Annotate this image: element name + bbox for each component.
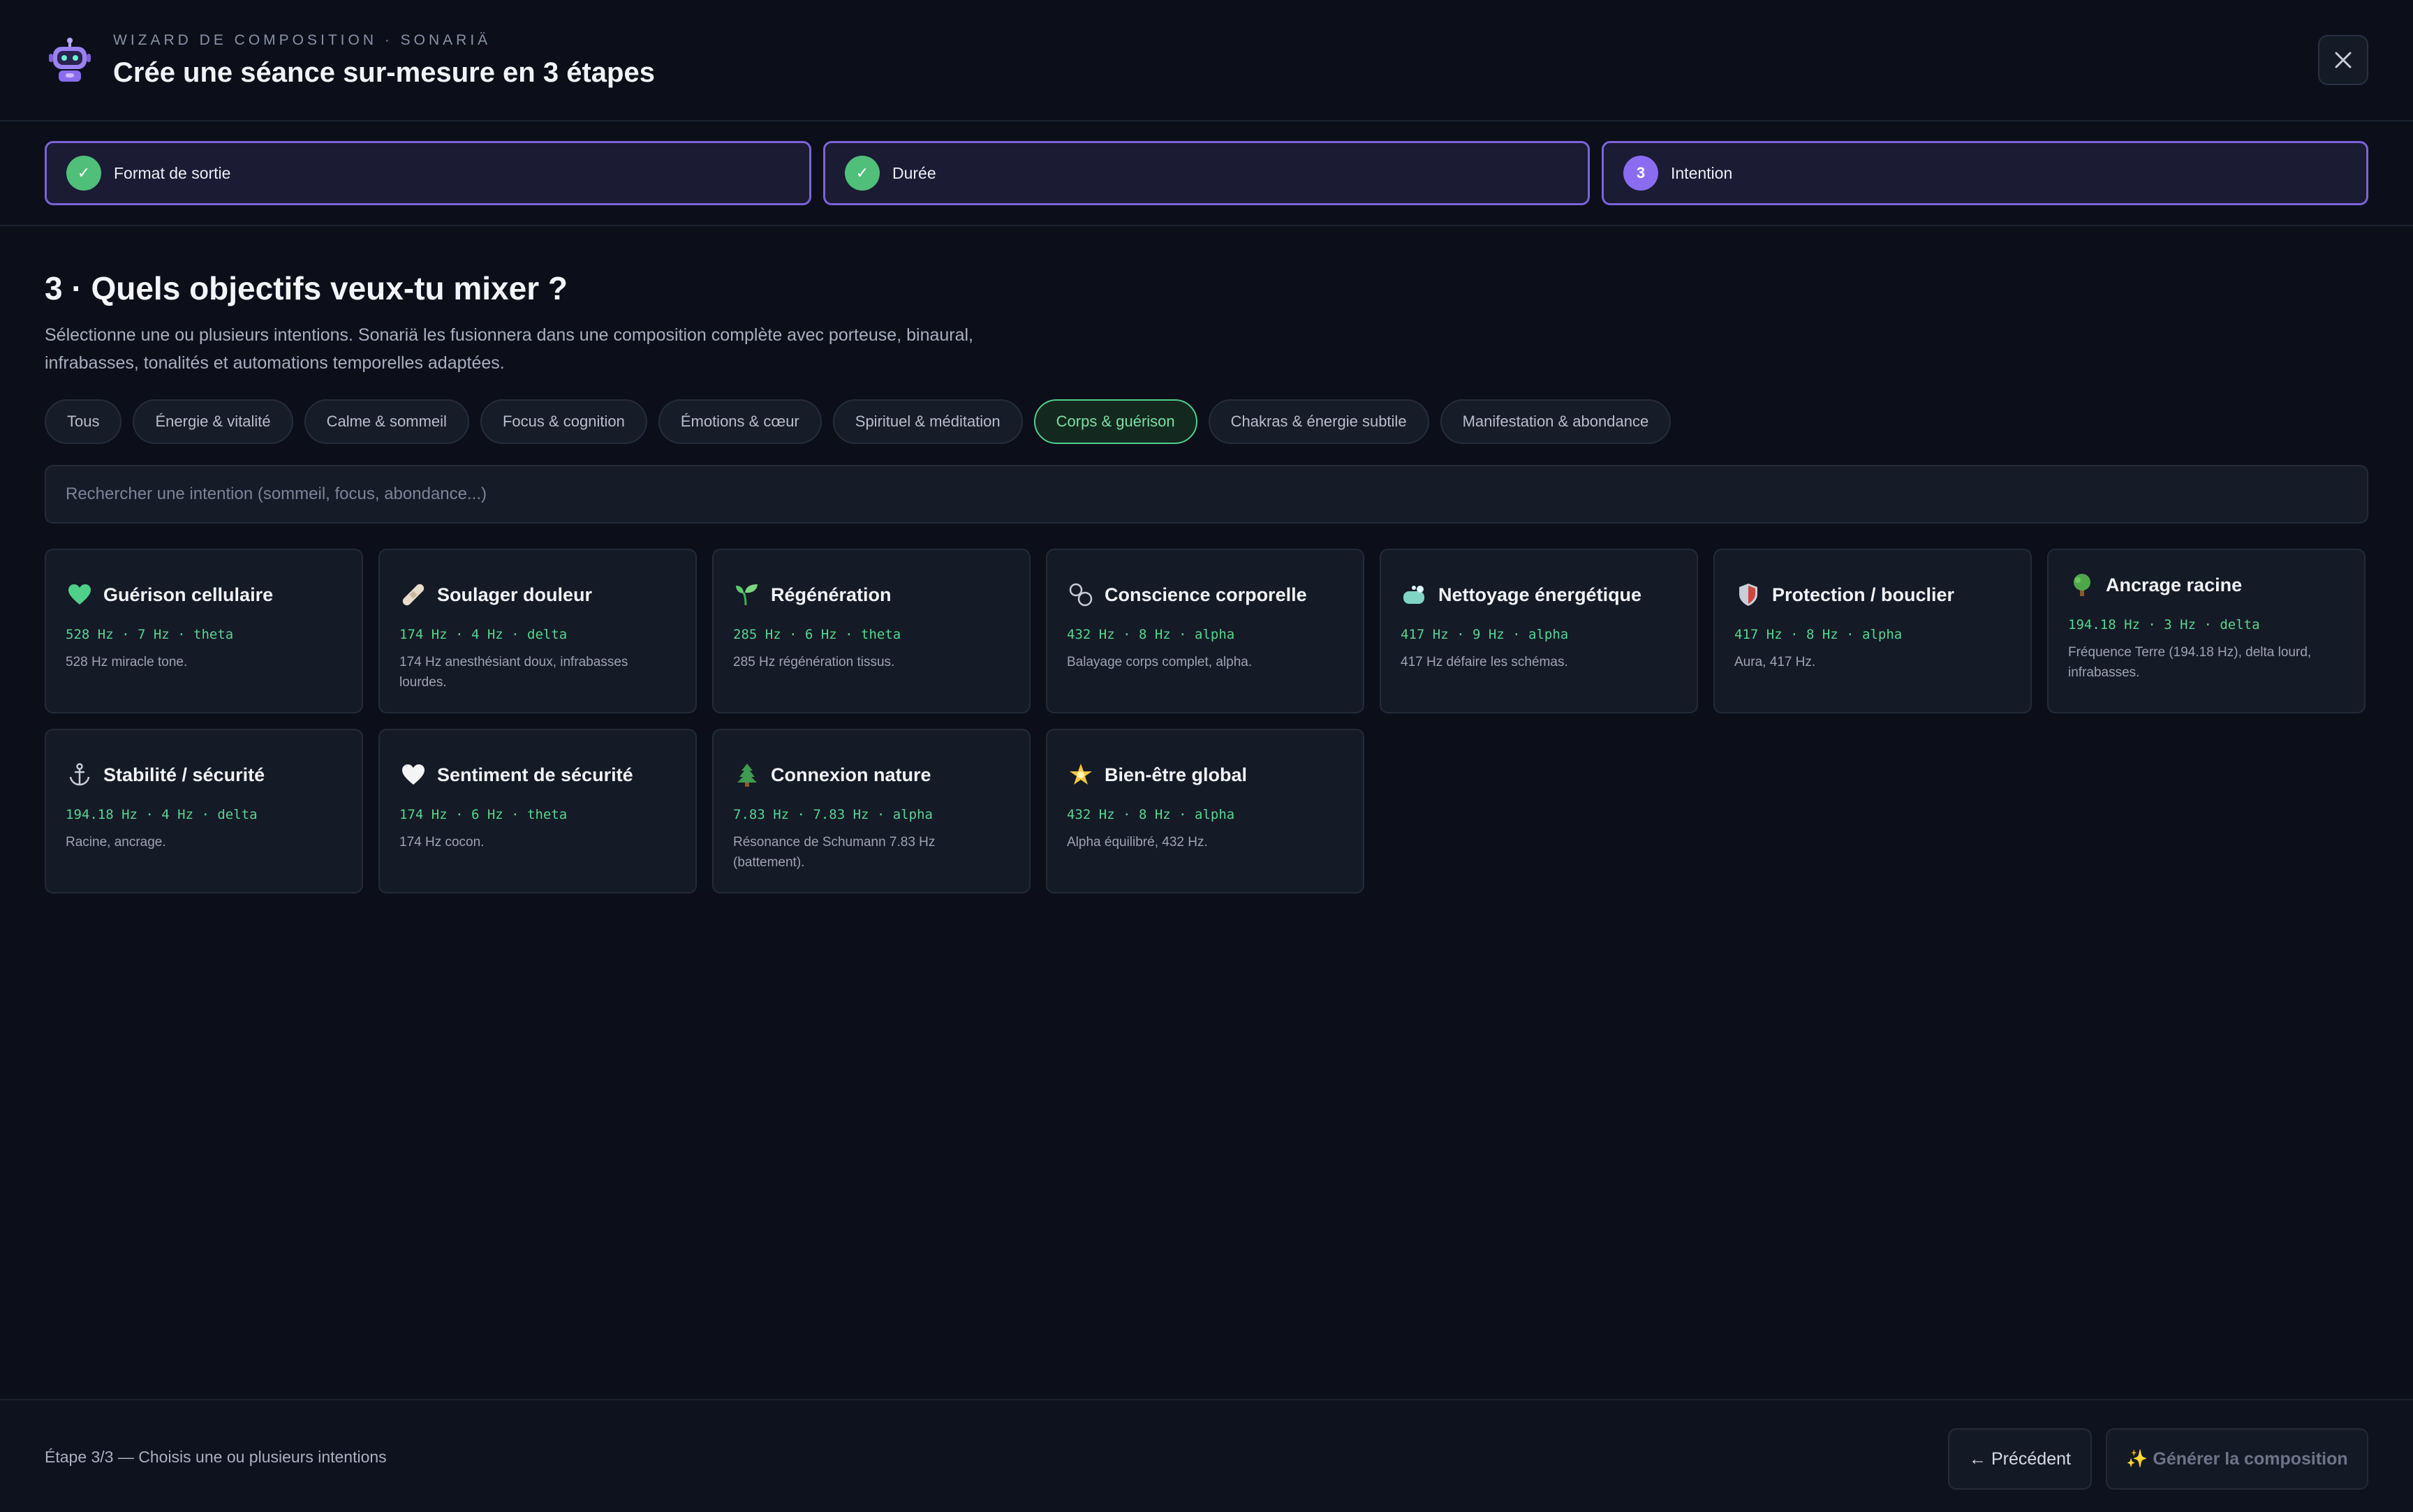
wizard-header: WIZARD DE COMPOSITION · SONARIÄ Crée une… [0, 0, 2413, 121]
intention-description: Racine, ancrage. [66, 835, 166, 850]
chip-corps-guerison[interactable]: Corps & guérison [1033, 399, 1197, 444]
intention-title: Soulager douleur [437, 584, 593, 605]
intention-description: 417 Hz défaire les schémas. [1401, 655, 1568, 669]
intention-frequency: 174 Hz · 4 Hz · delta [399, 627, 568, 642]
tree-icon [2068, 571, 2096, 599]
category-filter: Tous Énergie & vitalité Calme & sommeil … [45, 399, 1672, 444]
intention-description: Résonance de Schumann 7.83 Hz (battement… [733, 835, 936, 870]
intention-card[interactable]: Conscience corporelle 432 Hz · 8 Hz · al… [1046, 549, 1364, 713]
intention-title: Nettoyage énergétique [1438, 584, 1642, 605]
previous-button[interactable]: ← Précédent [1948, 1428, 2092, 1490]
intention-frequency: 528 Hz · 7 Hz · theta [66, 627, 234, 642]
anchor-icon [66, 761, 94, 789]
green-heart-icon [66, 581, 94, 609]
seedling-icon [733, 581, 761, 609]
step-number: 3 [1623, 156, 1658, 191]
chip-focus[interactable]: Focus & cognition [480, 399, 647, 444]
intention-frequency: 432 Hz · 8 Hz · alpha [1067, 807, 1235, 822]
chip-energie[interactable]: Énergie & vitalité [133, 399, 293, 444]
wizard-page: WIZARD DE COMPOSITION · SONARIÄ Crée une… [0, 0, 2413, 1512]
generate-button[interactable]: ✨ Générer la composition [2106, 1428, 2368, 1490]
search-input[interactable] [66, 484, 2367, 504]
soap-icon [1401, 581, 1429, 609]
intention-frequency: 174 Hz · 6 Hz · theta [399, 807, 568, 822]
step-duree[interactable]: ✓ Durée [823, 141, 1590, 205]
intention-frequency: 7.83 Hz · 7.83 Hz · alpha [733, 807, 933, 822]
wizard-title: Crée une séance sur-mesure en 3 étapes [113, 57, 655, 88]
intention-card[interactable]: Ancrage racine 194.18 Hz · 3 Hz · delta … [2047, 549, 2366, 713]
intention-card[interactable]: Stabilité / sécurité 194.18 Hz · 4 Hz · … [45, 729, 363, 894]
intention-title: Régénération [771, 584, 892, 605]
step-intention[interactable]: 3 Intention [1602, 141, 2368, 205]
close-button[interactable] [2318, 35, 2368, 85]
bandage-icon [399, 581, 427, 609]
step-status: Étape 3/3 — Choisis une ou plusieurs int… [45, 1448, 387, 1466]
intention-card[interactable]: Protection / bouclier 417 Hz · 8 Hz · al… [1713, 549, 2032, 713]
intention-description: 285 Hz régénération tissus. [733, 655, 895, 669]
chip-manifestation[interactable]: Manifestation & abondance [1440, 399, 1672, 444]
intention-title: Guérison cellulaire [103, 584, 274, 605]
step-label: Intention [1671, 163, 1733, 182]
intention-title: Protection / bouclier [1772, 584, 1955, 605]
chip-emotions[interactable]: Émotions & cœur [658, 399, 822, 444]
step-label: Durée [892, 163, 936, 182]
intention-frequency: 432 Hz · 8 Hz · alpha [1067, 627, 1235, 642]
robot-logo-icon [45, 35, 95, 85]
intention-card[interactable]: Soulager douleur 174 Hz · 4 Hz · delta 1… [378, 549, 697, 713]
shield-icon [1734, 581, 1762, 609]
intention-description: 174 Hz cocon. [399, 835, 485, 850]
step-check-icon: ✓ [66, 156, 101, 191]
chip-chakras[interactable]: Chakras & énergie subtile [1208, 399, 1429, 444]
close-icon [2335, 52, 2352, 68]
step-label: Format de sortie [114, 163, 231, 182]
intention-frequency: 417 Hz · 9 Hz · alpha [1401, 627, 1569, 642]
intention-grid: Guérison cellulaire 528 Hz · 7 Hz · thet… [45, 549, 2370, 894]
intention-title: Connexion nature [771, 764, 931, 785]
intention-title: Sentiment de sécurité [437, 764, 633, 785]
intention-description: Alpha équilibré, 432 Hz. [1067, 835, 1208, 850]
intention-title: Stabilité / sécurité [103, 764, 265, 785]
white-heart-icon [399, 761, 427, 789]
intention-card[interactable]: Régénération 285 Hz · 6 Hz · theta 285 H… [712, 549, 1031, 713]
step-format[interactable]: ✓ Format de sortie [45, 141, 811, 205]
section-title: 3 · Quels objectifs veux-tu mixer ? [45, 270, 568, 306]
chip-calme[interactable]: Calme & sommeil [304, 399, 469, 444]
intention-title: Bien-être global [1105, 764, 1248, 785]
body-scan-icon [1067, 581, 1095, 609]
intention-frequency: 417 Hz · 8 Hz · alpha [1734, 627, 1903, 642]
chip-tous[interactable]: Tous [45, 399, 122, 444]
intention-description: 174 Hz anesthésiant doux, infrabasses lo… [399, 655, 628, 690]
wizard-footer: Étape 3/3 — Choisis une ou plusieurs int… [0, 1399, 2413, 1512]
intention-description: 528 Hz miracle tone. [66, 655, 188, 669]
star-icon [1067, 761, 1095, 789]
intention-title: Ancrage racine [2106, 574, 2243, 595]
intention-card[interactable]: Nettoyage énergétique 417 Hz · 9 Hz · al… [1380, 549, 1698, 713]
section-description: Sélectionne une ou plusieurs intentions.… [45, 325, 974, 373]
chip-spirituel[interactable]: Spirituel & méditation [832, 399, 1023, 444]
steps-bar: ✓ Format de sortie ✓ Durée 3 Intention [0, 123, 2413, 226]
intention-frequency: 194.18 Hz · 3 Hz · delta [2068, 617, 2260, 632]
intention-frequency: 194.18 Hz · 4 Hz · delta [66, 807, 258, 822]
evergreen-tree-icon [733, 761, 761, 789]
wizard-eyebrow: WIZARD DE COMPOSITION · SONARIÄ [113, 31, 492, 48]
intention-title: Conscience corporelle [1105, 584, 1307, 605]
intention-card[interactable]: Guérison cellulaire 528 Hz · 7 Hz · thet… [45, 549, 363, 713]
intention-description: Aura, 417 Hz. [1734, 655, 1816, 669]
intention-card[interactable]: Sentiment de sécurité 174 Hz · 6 Hz · th… [378, 729, 697, 894]
step-check-icon: ✓ [845, 156, 880, 191]
intention-description: Balayage corps complet, alpha. [1067, 655, 1253, 669]
intention-frequency: 285 Hz · 6 Hz · theta [733, 627, 901, 642]
search-box [45, 465, 2368, 524]
intention-card[interactable]: Bien-être global 432 Hz · 8 Hz · alpha A… [1046, 729, 1364, 894]
intention-card[interactable]: Connexion nature 7.83 Hz · 7.83 Hz · alp… [712, 729, 1031, 894]
intention-description: Fréquence Terre (194.18 Hz), delta lourd… [2068, 645, 2312, 680]
